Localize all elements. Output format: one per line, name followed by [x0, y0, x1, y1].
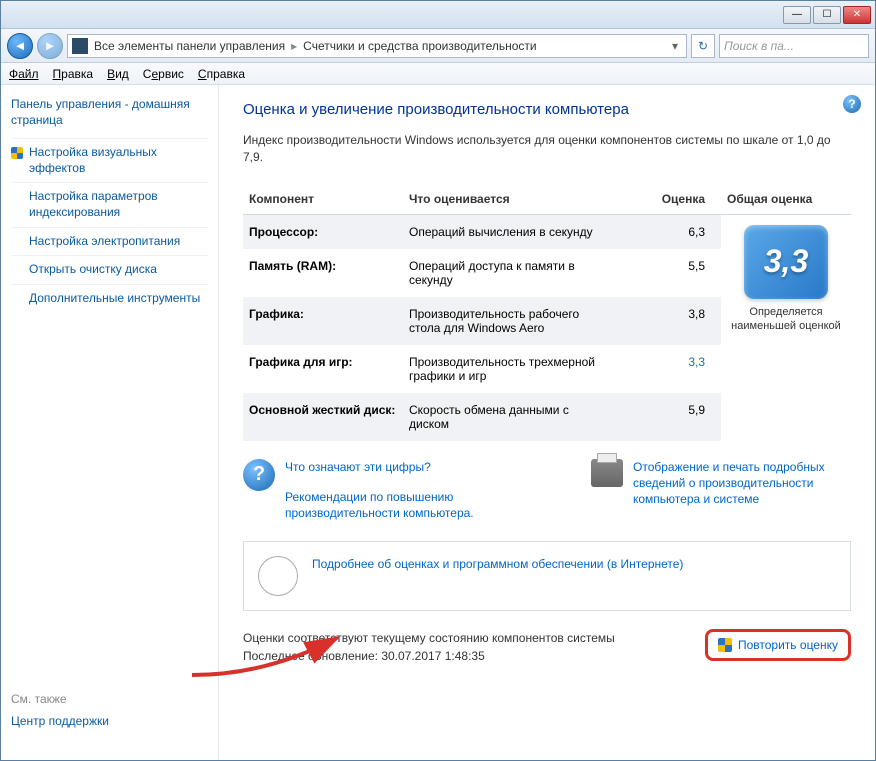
cell-score: 5,5	[613, 249, 721, 297]
link-print-details[interactable]: Отображение и печать подробных сведений …	[633, 459, 851, 508]
menu-view[interactable]: Вид	[107, 67, 129, 81]
printer-icon	[591, 459, 623, 487]
overall-score-badge: 3,3	[744, 225, 828, 299]
th-overall: Общая оценка	[721, 184, 851, 215]
status-text: Оценки соответствуют текущему состоянию …	[243, 629, 615, 665]
question-icon: ?	[243, 459, 275, 491]
cell-what: Скорость обмена данными с диском	[403, 393, 613, 441]
control-panel-window: — ☐ ✕ ◄ ► Все элементы панели управления…	[0, 0, 876, 761]
cell-what: Производительность рабочего стола для Wi…	[403, 297, 613, 345]
link-more-info-online[interactable]: Подробнее об оценках и программном обесп…	[312, 556, 683, 572]
chevron-right-icon: ▸	[291, 39, 297, 53]
score-table: Компонент Что оценивается Оценка Общая о…	[243, 184, 851, 441]
links-row: ? Что означают эти цифры? Рекомендации п…	[243, 459, 851, 522]
close-button[interactable]: ✕	[843, 6, 871, 24]
cell-component: Основной жесткий диск:	[243, 393, 403, 441]
links-right: Отображение и печать подробных сведений …	[591, 459, 851, 508]
status-line-1: Оценки соответствуют текущему состоянию …	[243, 629, 615, 647]
page-description: Индекс производительности Windows исполь…	[243, 132, 851, 166]
help-icon[interactable]: ?	[843, 95, 861, 113]
info-box: Подробнее об оценках и программном обесп…	[243, 541, 851, 611]
link-recommendations[interactable]: Рекомендации по повышению производительн…	[285, 489, 561, 521]
sidebar-item-extra-tools[interactable]: Дополнительные инструменты	[11, 284, 208, 313]
sidebar-item-visual-effects[interactable]: Настройка визуальных эффектов	[11, 138, 208, 182]
control-panel-icon	[72, 38, 88, 54]
th-component: Компонент	[243, 184, 403, 215]
th-what: Что оценивается	[403, 184, 613, 215]
menubar: Файл Правка Вид Сервис Справка	[1, 63, 875, 85]
overall-score-cell: 3,3 Определяется наименьшей оценкой	[721, 214, 851, 441]
maximize-button[interactable]: ☐	[813, 6, 841, 24]
cell-score: 5,9	[613, 393, 721, 441]
sidebar-see-also: См. также Центр поддержки	[11, 692, 208, 748]
cell-score-lowest: 3,3	[613, 345, 721, 393]
breadcrumb-item[interactable]: Все элементы панели управления	[94, 39, 285, 53]
search-input[interactable]: Поиск в па...	[719, 34, 869, 58]
content-area: Панель управления - домашняя страница На…	[1, 85, 875, 760]
action-center-link[interactable]: Центр поддержки	[11, 714, 208, 728]
table-row: Процессор: Операций вычисления в секунду…	[243, 214, 851, 249]
link-what-numbers[interactable]: Что означают эти цифры?	[285, 459, 561, 475]
refresh-button[interactable]: ↻	[691, 34, 715, 58]
cell-what: Операций вычисления в секунду	[403, 214, 613, 249]
rerun-assessment-button[interactable]: Повторить оценку	[705, 629, 851, 661]
page-title: Оценка и увеличение производительности к…	[243, 101, 851, 118]
menu-file[interactable]: Файл	[9, 67, 39, 81]
overall-score-caption: Определяется наименьшей оценкой	[727, 305, 845, 334]
cell-what: Операций доступа к памяти в секунду	[403, 249, 613, 297]
sidebar-home-link[interactable]: Панель управления - домашняя страница	[11, 97, 208, 128]
cell-component: Процессор:	[243, 214, 403, 249]
minimize-button[interactable]: —	[783, 6, 811, 24]
cell-component: Память (RAM):	[243, 249, 403, 297]
status-line-2: Последнее обновление: 30.07.2017 1:48:35	[243, 647, 615, 665]
search-placeholder: Поиск в па...	[724, 39, 794, 53]
rerun-label: Повторить оценку	[738, 638, 838, 652]
menu-service[interactable]: Сервис	[143, 67, 184, 81]
cell-score: 3,8	[613, 297, 721, 345]
breadcrumb-dropdown-icon[interactable]: ▾	[668, 39, 682, 53]
main-panel: ? Оценка и увеличение производительности…	[219, 85, 875, 760]
software-cd-icon	[258, 556, 298, 596]
sidebar: Панель управления - домашняя страница На…	[1, 85, 219, 760]
cell-score: 6,3	[613, 214, 721, 249]
links-left: ? Что означают эти цифры? Рекомендации п…	[243, 459, 561, 522]
th-score: Оценка	[613, 184, 721, 215]
titlebar: — ☐ ✕	[1, 1, 875, 29]
cell-what: Производительность трехмерной графики и …	[403, 345, 613, 393]
see-also-label: См. также	[11, 692, 208, 706]
sidebar-item-disk-cleanup[interactable]: Открыть очистку диска	[11, 255, 208, 284]
sidebar-item-power[interactable]: Настройка электропитания	[11, 227, 208, 256]
menu-help[interactable]: Справка	[198, 67, 245, 81]
sidebar-item-indexing[interactable]: Настройка параметров индексирования	[11, 182, 208, 226]
navbar: ◄ ► Все элементы панели управления ▸ Сче…	[1, 29, 875, 63]
shield-icon	[718, 638, 732, 652]
breadcrumb[interactable]: Все элементы панели управления ▸ Счетчик…	[67, 34, 687, 58]
cell-component: Графика:	[243, 297, 403, 345]
breadcrumb-item[interactable]: Счетчики и средства производительности	[303, 39, 536, 53]
menu-edit[interactable]: Правка	[53, 67, 94, 81]
back-button[interactable]: ◄	[7, 33, 33, 59]
footer-row: Оценки соответствуют текущему состоянию …	[243, 629, 851, 665]
cell-component: Графика для игр:	[243, 345, 403, 393]
forward-button[interactable]: ►	[37, 33, 63, 59]
